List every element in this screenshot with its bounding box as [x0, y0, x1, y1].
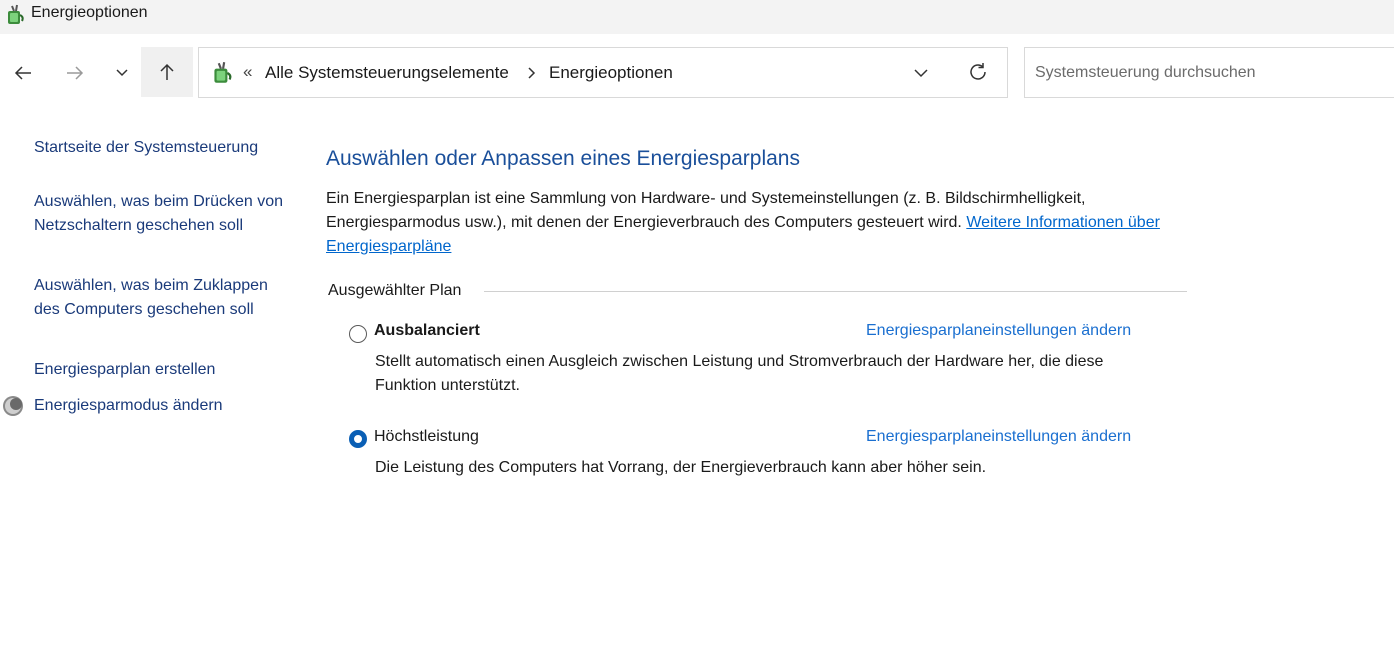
arrow-right-icon: [67, 66, 84, 80]
selected-plan-group-label: Ausgewählter Plan: [328, 282, 470, 300]
page-title: Auswählen oder Anpassen eines Energiespa…: [326, 147, 800, 170]
sidebar-item-lid-close[interactable]: Auswählen, was beim Zuklappen des Comput…: [34, 274, 284, 322]
sidebar-item-power-buttons[interactable]: Auswählen, was beim Drücken von Netzscha…: [34, 190, 284, 238]
plan-description-high-performance: Die Leistung des Computers hat Vorrang, …: [375, 459, 987, 476]
plan-radio-balanced[interactable]: [349, 325, 367, 343]
address-bar[interactable]: « Alle Systemsteuerungselemente Energieo…: [198, 47, 1008, 98]
chevron-down-icon[interactable]: [913, 66, 929, 80]
sidebar-item-sleep-mode[interactable]: Energiesparmodus ändern: [34, 394, 284, 418]
up-button[interactable]: [141, 47, 193, 97]
sidebar-item-create-plan[interactable]: Energiesparplan erstellen: [34, 358, 284, 382]
search-box[interactable]: [1024, 47, 1394, 98]
sidebar-item-control-panel-home[interactable]: Startseite der Systemsteuerung: [34, 136, 284, 160]
breadcrumb-power-options[interactable]: Energieoptionen: [549, 63, 673, 83]
plan-settings-link-balanced[interactable]: Energiesparplaneinstellungen ändern: [866, 322, 1131, 340]
title-bar: Energieoptionen: [0, 0, 1394, 34]
plan-settings-link-high-performance[interactable]: Energiesparplaneinstellungen ändern: [866, 428, 1131, 446]
chevron-down-icon: [116, 69, 128, 77]
window-title: Energieoptionen: [31, 4, 148, 21]
plan-radio-high-performance[interactable]: [349, 430, 367, 448]
group-divider: [484, 291, 1187, 292]
power-options-icon: [214, 61, 232, 83]
page-description: Ein Energiesparplan ist eine Sammlung vo…: [326, 187, 1186, 259]
arrow-up-icon: [160, 63, 174, 80]
back-button[interactable]: [6, 50, 40, 96]
plan-description-balanced: Stellt automatisch einen Ausgleich zwisc…: [375, 353, 1104, 394]
refresh-icon[interactable]: [967, 61, 989, 83]
plan-name-balanced[interactable]: Ausbalanciert: [374, 322, 480, 340]
recent-locations-button[interactable]: [108, 50, 136, 96]
power-options-icon: [8, 4, 24, 24]
plan-name-high-performance[interactable]: Höchstleistung: [374, 428, 479, 446]
forward-button[interactable]: [58, 50, 92, 96]
arrow-left-icon: [14, 66, 31, 80]
breadcrumb-overflow[interactable]: «: [243, 62, 252, 82]
breadcrumb-all-control-panel-items[interactable]: Alle Systemsteuerungselemente: [265, 63, 509, 83]
chevron-right-icon[interactable]: [526, 66, 538, 80]
sleep-moon-icon: [3, 396, 23, 416]
search-input[interactable]: [1035, 61, 1385, 85]
